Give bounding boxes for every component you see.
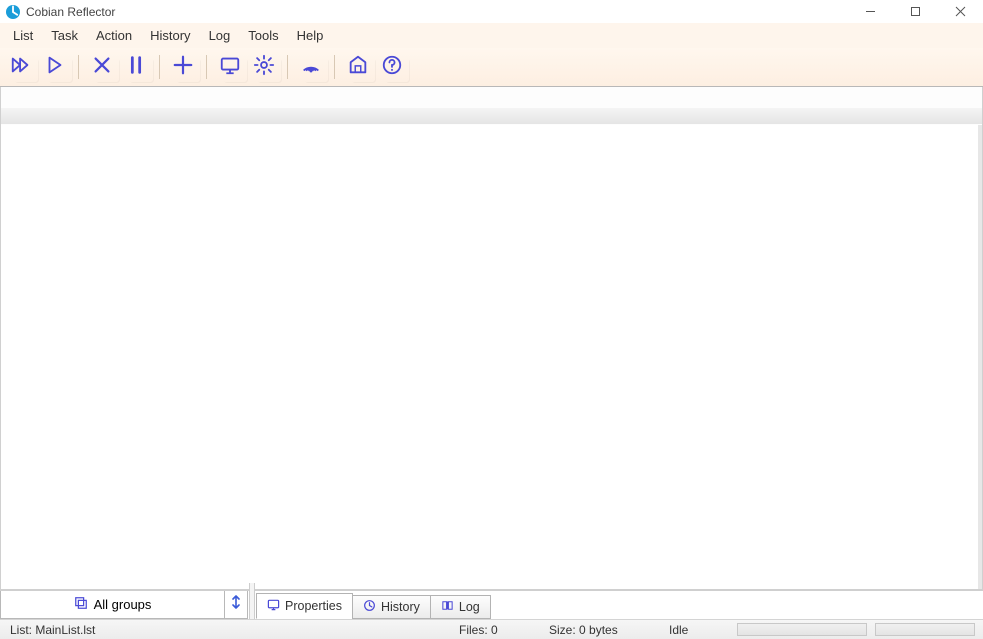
stop-button[interactable] bbox=[87, 53, 117, 81]
status-list: List: MainList.lst bbox=[4, 623, 101, 637]
status-files: Files: 0 bbox=[453, 623, 543, 637]
maximize-button[interactable] bbox=[893, 0, 938, 23]
run-selected-button[interactable] bbox=[40, 53, 70, 81]
tab-history[interactable]: History bbox=[352, 595, 431, 619]
settings-button[interactable] bbox=[249, 53, 279, 81]
sort-toggle-button[interactable] bbox=[225, 591, 248, 619]
panel-tabs: Properties History Log bbox=[254, 591, 983, 619]
tab-properties[interactable]: Properties bbox=[256, 593, 353, 619]
tab-log[interactable]: Log bbox=[430, 595, 491, 619]
remote-icon bbox=[300, 54, 322, 81]
tab-label: History bbox=[381, 600, 420, 614]
menu-list[interactable]: List bbox=[4, 26, 42, 45]
vertical-scrollbar[interactable] bbox=[978, 125, 982, 589]
help-button[interactable] bbox=[377, 53, 407, 81]
menu-bar: List Task Action History Log Tools Help bbox=[0, 23, 983, 48]
menu-tools[interactable]: Tools bbox=[239, 26, 287, 45]
close-button[interactable] bbox=[938, 0, 983, 23]
menu-history[interactable]: History bbox=[141, 26, 199, 45]
toolbar-separator bbox=[287, 55, 288, 79]
pause-icon bbox=[125, 54, 147, 81]
window-title: Cobian Reflector bbox=[26, 5, 115, 19]
pause-button[interactable] bbox=[121, 53, 151, 81]
properties-icon bbox=[267, 598, 280, 614]
status-progress-1 bbox=[737, 623, 867, 636]
stop-icon bbox=[91, 54, 113, 81]
groups-label: All groups bbox=[94, 597, 152, 612]
task-list-body[interactable] bbox=[1, 125, 982, 589]
status-state: Idle bbox=[663, 623, 733, 637]
toolbar-separator bbox=[159, 55, 160, 79]
task-list-header-blank bbox=[1, 87, 982, 107]
workspace bbox=[0, 86, 983, 590]
title-bar: Cobian Reflector bbox=[0, 0, 983, 23]
toolbar-separator bbox=[334, 55, 335, 79]
tab-label: Properties bbox=[285, 599, 342, 613]
bottom-panel-row: All groups Properties History Log bbox=[0, 590, 983, 619]
menu-log[interactable]: Log bbox=[200, 26, 240, 45]
task-list-panel bbox=[0, 87, 983, 590]
tab-label: Log bbox=[459, 600, 480, 614]
help-icon bbox=[381, 54, 403, 81]
log-icon bbox=[441, 599, 454, 615]
settings-icon bbox=[253, 54, 275, 81]
run-all-icon bbox=[10, 54, 32, 81]
new-task-icon bbox=[172, 54, 194, 81]
toolbar bbox=[0, 48, 983, 86]
toolbar-separator bbox=[206, 55, 207, 79]
new-task-button[interactable] bbox=[168, 53, 198, 81]
menu-task[interactable]: Task bbox=[42, 26, 87, 45]
task-list-columns-header[interactable] bbox=[1, 107, 982, 125]
run-all-button[interactable] bbox=[6, 53, 36, 81]
remote-button[interactable] bbox=[296, 53, 326, 81]
status-progress-2 bbox=[875, 623, 975, 636]
minimize-button[interactable] bbox=[848, 0, 893, 23]
interface-button[interactable] bbox=[215, 53, 245, 81]
vertical-splitter[interactable] bbox=[248, 591, 254, 619]
run-selected-icon bbox=[44, 54, 66, 81]
status-bar: List: MainList.lst Files: 0 Size: 0 byte… bbox=[0, 619, 983, 639]
app-icon bbox=[6, 5, 20, 19]
groups-icon bbox=[74, 596, 88, 613]
sort-updown-icon bbox=[230, 595, 242, 614]
decrypt-button[interactable] bbox=[343, 53, 373, 81]
groups-dropdown[interactable]: All groups bbox=[0, 591, 225, 619]
desktop-icon bbox=[219, 54, 241, 81]
toolbar-separator bbox=[78, 55, 79, 79]
menu-help[interactable]: Help bbox=[288, 26, 333, 45]
menu-action[interactable]: Action bbox=[87, 26, 141, 45]
status-size: Size: 0 bytes bbox=[543, 623, 663, 637]
decrypt-icon bbox=[347, 54, 369, 81]
history-icon bbox=[363, 599, 376, 615]
